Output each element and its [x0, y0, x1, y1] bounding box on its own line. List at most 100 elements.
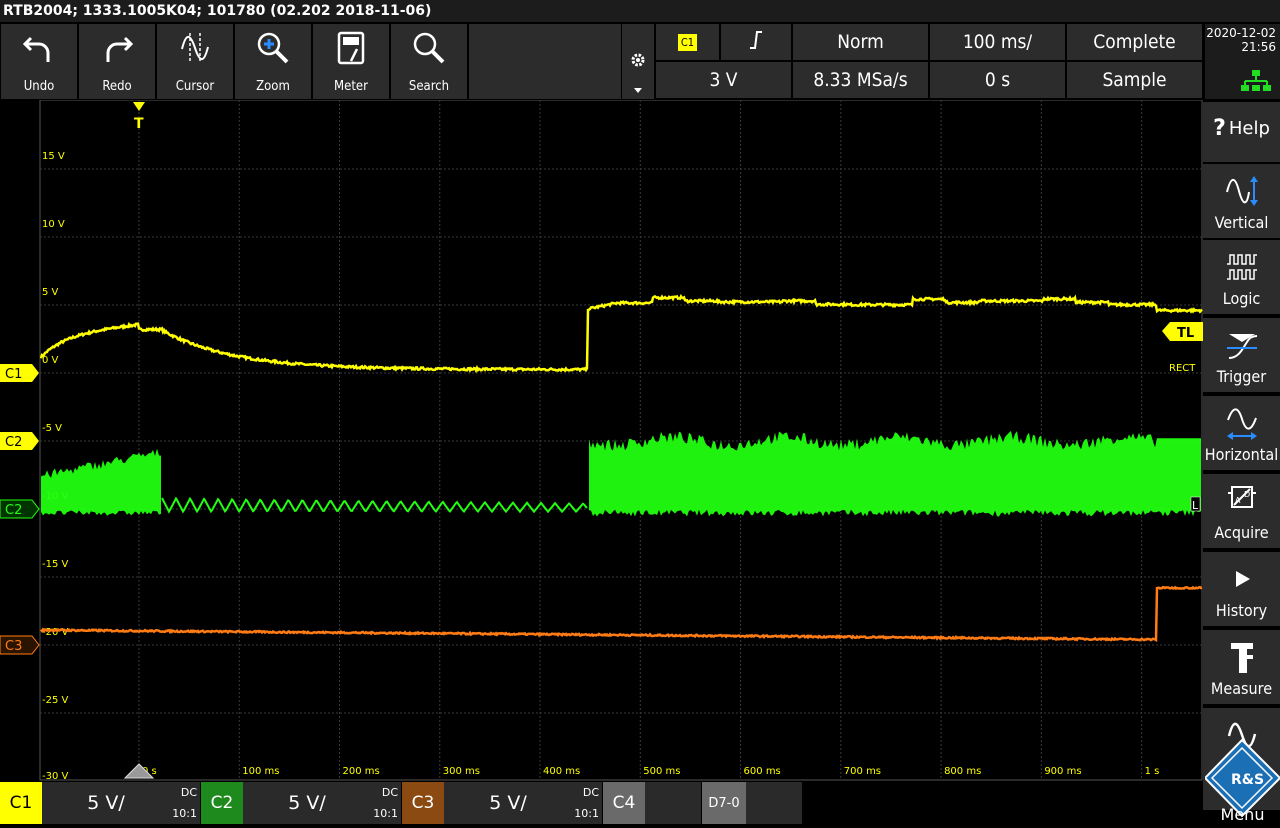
title-bar: RTB2004; 1333.1005K04; 101780 (02.202 20… — [0, 0, 1280, 22]
y-tick-label: -5 V — [42, 423, 62, 434]
x-tick-label: 600 ms — [744, 766, 781, 777]
sample-rate-cell[interactable]: 8.33 MSa/s — [793, 62, 928, 98]
trigger-source-cell[interactable]: C1 — [656, 24, 719, 60]
channel-d7-0-box[interactable]: D7-0 — [702, 782, 802, 824]
traces — [39, 293, 1203, 643]
horizontal-position: 0 s — [984, 69, 1011, 91]
c3-tag: C3 — [402, 782, 444, 824]
toolbar-blank-area — [469, 24, 621, 99]
c2-level-label: C2 — [5, 435, 22, 450]
play-icon — [1203, 560, 1280, 598]
x-tick-label: 400 ms — [543, 766, 580, 777]
redo-label: Redo — [102, 79, 132, 94]
y-tick-label: -25 V — [42, 695, 69, 706]
x-tick-label: 1 s — [1145, 766, 1160, 777]
gear-icon — [629, 51, 647, 73]
trigger-label: Trigger — [1216, 367, 1267, 386]
svg-text:D: D — [1244, 490, 1250, 499]
trigger-level-label: TL — [1177, 326, 1194, 341]
c2-level-marker[interactable]: C2 — [0, 432, 39, 450]
acquire-icon: AD — [1203, 482, 1280, 520]
c2-tag: C2 — [201, 782, 243, 824]
search-icon — [391, 30, 467, 66]
c1-tag: C1 — [0, 782, 42, 824]
x-tick-label: 200 ms — [343, 766, 380, 777]
y-tick-label: 0 V — [42, 355, 59, 366]
cursor-wave-icon — [157, 30, 233, 66]
acq-mode: Sample — [1102, 69, 1167, 91]
menu-button[interactable]: R&S Menu — [1203, 708, 1280, 824]
trigger-slope-cell[interactable] — [721, 24, 791, 60]
waveform-display[interactable]: 15 V10 V5 V0 V-5 V-10 V-15 V-20 V-25 V-3… — [0, 100, 1203, 782]
svg-text:L: L — [1192, 499, 1199, 512]
trigger-position-marker[interactable]: T — [133, 102, 145, 132]
zoom-magnifier-icon — [235, 30, 311, 66]
c1-offset-marker[interactable]: C1 — [0, 364, 39, 382]
trigger-marker-label: T — [134, 116, 144, 132]
date-text: 2020-12-02 — [1206, 26, 1276, 40]
zoom-button[interactable]: Zoom — [235, 24, 312, 99]
c1-marker-label: C1 — [5, 367, 22, 382]
acq-mode-cell[interactable]: Sample — [1067, 62, 1202, 98]
y-axis-labels: 15 V10 V5 V0 V-5 V-10 V-15 V-20 V-25 V-3… — [42, 151, 69, 782]
x-tick-label: 100 ms — [242, 766, 279, 777]
trigger-level: 3 V — [709, 69, 738, 91]
y-tick-label: -30 V — [42, 771, 69, 782]
meter-button[interactable]: Meter — [313, 24, 390, 99]
undo-arrow-icon — [1, 30, 77, 66]
x-tick-label: 800 ms — [944, 766, 981, 777]
trigger-button[interactable]: Trigger — [1203, 316, 1280, 392]
c2-coupling: DC 10:1 — [371, 782, 401, 824]
svg-text:A: A — [1235, 496, 1241, 505]
channel-c1-box[interactable]: C1 5 V/ DC 10:1 — [0, 782, 200, 824]
acq-state-cell[interactable]: Complete — [1067, 24, 1202, 60]
trigger-source-badge: C1 — [677, 33, 698, 51]
x-tick-label: 500 ms — [643, 766, 680, 777]
y-tick-label: -15 V — [42, 559, 69, 570]
history-button[interactable]: History — [1203, 550, 1280, 626]
acquire-label: Acquire — [1214, 523, 1269, 542]
timebase-value: 100 ms/ — [962, 31, 1033, 53]
datetime-panel: 2020-12-02 21:56 — [1205, 24, 1280, 99]
measure-label: Measure — [1210, 679, 1273, 698]
c3-offset-marker[interactable]: C3 — [0, 635, 40, 655]
svg-text:R&S: R&S — [1231, 772, 1264, 788]
trigger-mode-cell[interactable]: Norm — [793, 24, 928, 60]
search-button[interactable]: Search — [391, 24, 468, 99]
meter-icon — [313, 30, 389, 66]
horizontal-position-cell[interactable]: 0 s — [930, 62, 1065, 98]
undo-button[interactable]: Undo — [1, 24, 78, 99]
rising-edge-icon — [748, 30, 764, 55]
channel-bar: C1 5 V/ DC 10:1 C2 5 V/ DC 10:1 C3 5 V/ DC… — [0, 782, 1203, 824]
timebase-cell[interactable]: 100 ms/ — [930, 24, 1065, 60]
c2-offset-marker[interactable]: C2 — [0, 499, 40, 519]
sample-rate: 8.33 MSa/s — [813, 69, 908, 91]
trigger-level-marker[interactable]: TL — [1162, 322, 1203, 341]
search-label: Search — [408, 79, 450, 94]
trigger-level-cell[interactable]: 3 V — [656, 62, 791, 98]
y-tick-label: 15 V — [42, 151, 65, 162]
cursor-label: Cursor — [175, 79, 215, 94]
measure-button[interactable]: Measure — [1203, 628, 1280, 704]
help-label: Help — [1228, 117, 1270, 139]
channel-c2-box[interactable]: C2 5 V/ DC 10:1 — [201, 782, 401, 824]
acquire-button[interactable]: AD Acquire — [1203, 472, 1280, 548]
channel-c4-box[interactable]: C4 — [603, 782, 701, 824]
measure-icon — [1203, 638, 1280, 676]
settings-button[interactable] — [622, 24, 654, 99]
c2-marker-label: C2 — [5, 503, 22, 518]
c3-marker-label: C3 — [5, 639, 22, 654]
logic-button[interactable]: Logic — [1203, 238, 1280, 314]
c3-scale: 5 V/ — [444, 782, 572, 824]
c2-scale: 5 V/ — [243, 782, 371, 824]
cursor-button[interactable]: Cursor — [157, 24, 234, 99]
c1-trace — [39, 293, 1203, 374]
c1-coupling: DC 10:1 — [170, 782, 200, 824]
redo-button[interactable]: Redo — [79, 24, 156, 99]
y-tick-label: 5 V — [42, 287, 59, 298]
y-tick-label: 10 V — [42, 219, 65, 230]
horizontal-label: Horizontal — [1204, 445, 1279, 464]
channel-c3-box[interactable]: C3 5 V/ DC 10:1 — [402, 782, 602, 824]
horizontal-button[interactable]: Horizontal — [1203, 394, 1280, 470]
vertical-button[interactable]: Vertical — [1203, 162, 1280, 238]
